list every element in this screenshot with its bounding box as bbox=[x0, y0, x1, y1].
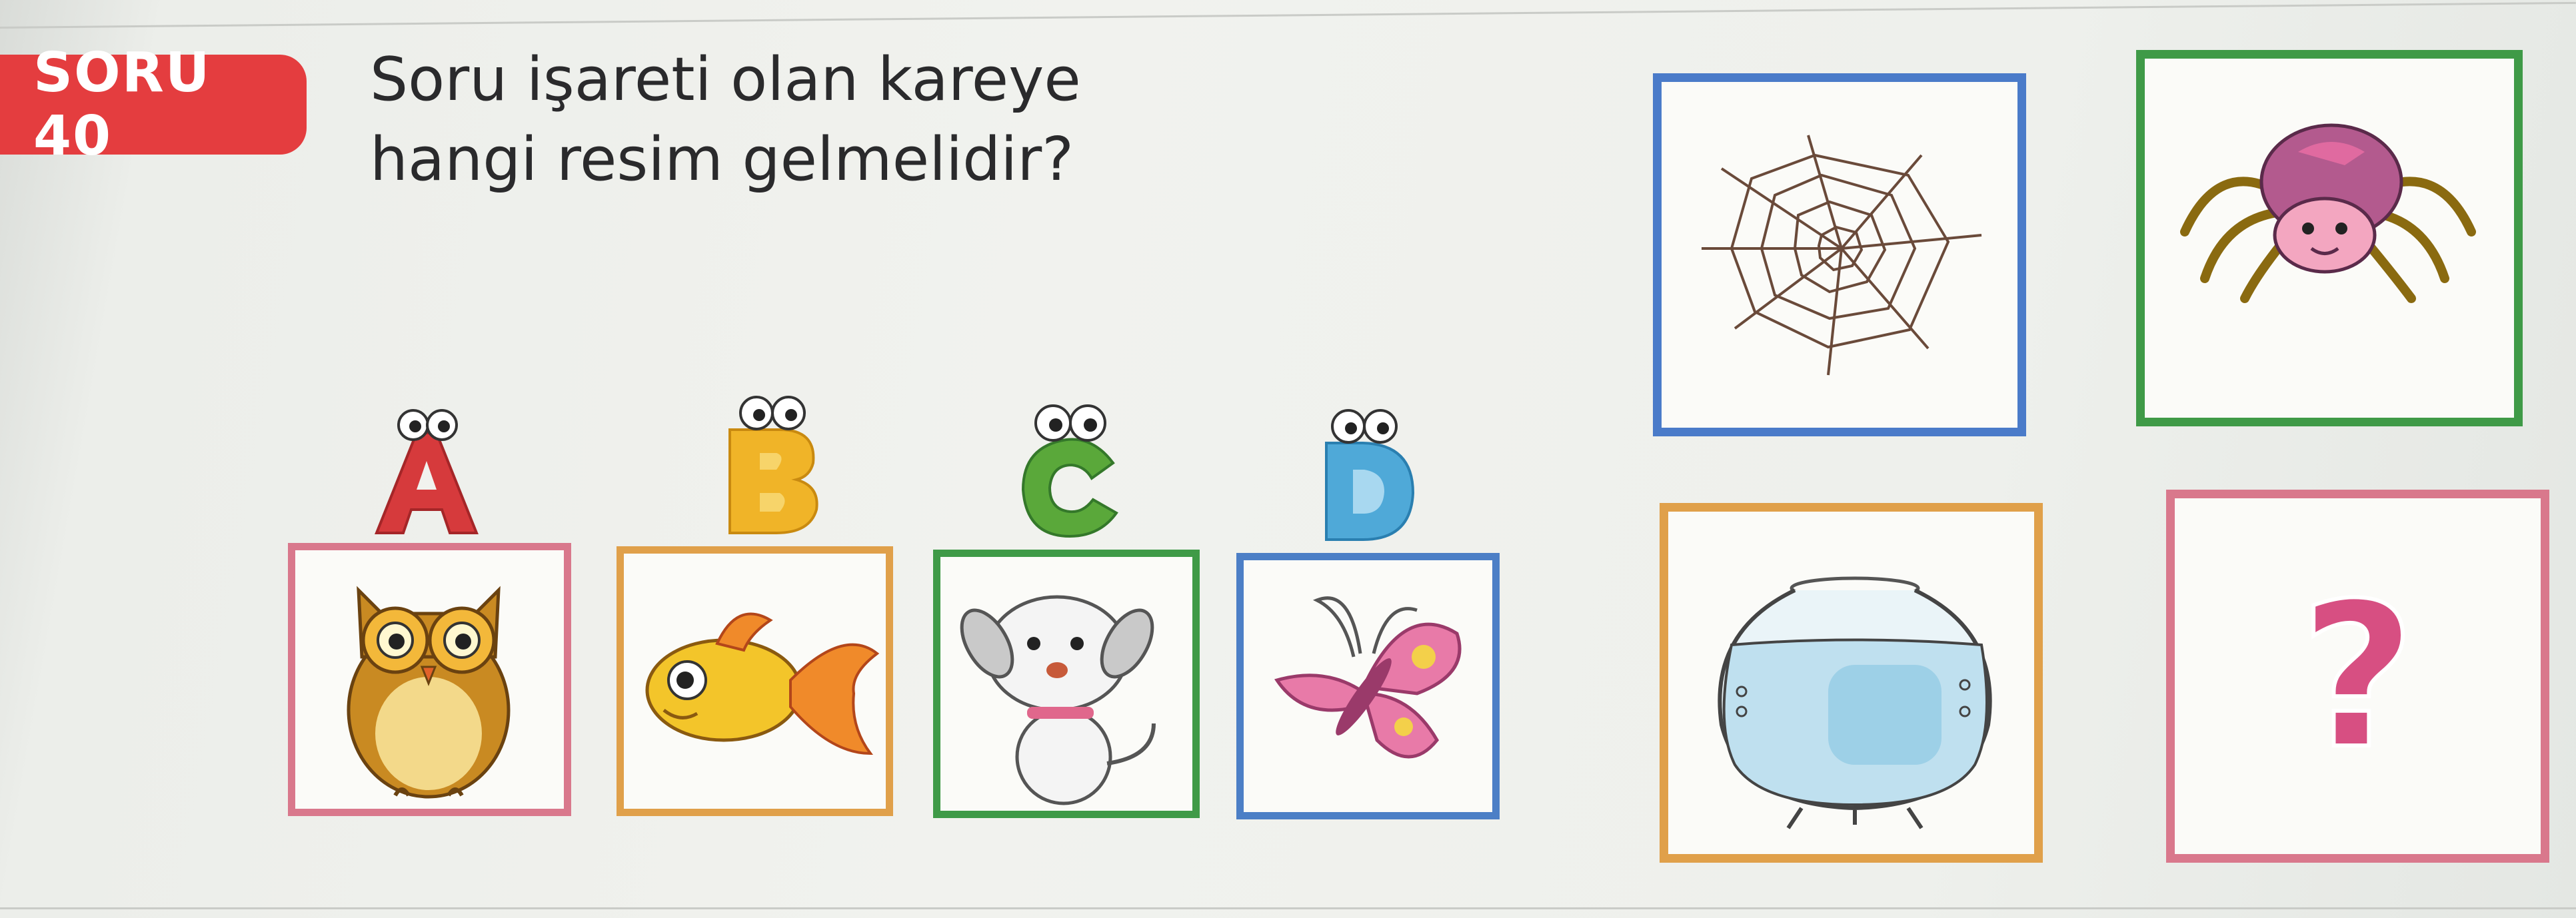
spider-web-icon bbox=[1702, 135, 1982, 376]
top-divider bbox=[0, 1, 2576, 29]
option-letter-c bbox=[1013, 400, 1123, 540]
butterfly-icon bbox=[1274, 596, 1462, 759]
fish-icon bbox=[645, 612, 880, 755]
grid-box-spider-web bbox=[1653, 73, 2026, 436]
option-letter-a: A bbox=[363, 406, 487, 536]
grid-box-fishbowl bbox=[1660, 503, 2043, 863]
fishbowl-icon bbox=[1718, 576, 1992, 829]
option-box-d[interactable] bbox=[1236, 553, 1500, 819]
question-mark-icon: ? bbox=[2297, 558, 2417, 795]
grid-box-question: ? bbox=[2166, 490, 2549, 863]
grid-box-spider bbox=[2136, 50, 2523, 426]
option-box-c[interactable] bbox=[933, 550, 1200, 818]
question-line-2: hangi resim gelmelidir? bbox=[370, 125, 1074, 195]
option-box-a[interactable] bbox=[288, 543, 571, 816]
dog-icon bbox=[960, 595, 1156, 805]
owl-icon bbox=[347, 586, 511, 799]
option-box-b[interactable] bbox=[617, 546, 893, 816]
option-letter-b bbox=[710, 393, 826, 536]
question-text: Soru işareti olan kareye hangi resim gel… bbox=[370, 40, 1103, 200]
bottom-divider bbox=[0, 907, 2576, 909]
option-letter-d bbox=[1310, 403, 1420, 543]
spider-icon bbox=[2180, 123, 2476, 303]
question-number-badge: SORU 40 bbox=[0, 41, 307, 168]
question-line-1: Soru işareti olan kareye bbox=[370, 45, 1081, 115]
